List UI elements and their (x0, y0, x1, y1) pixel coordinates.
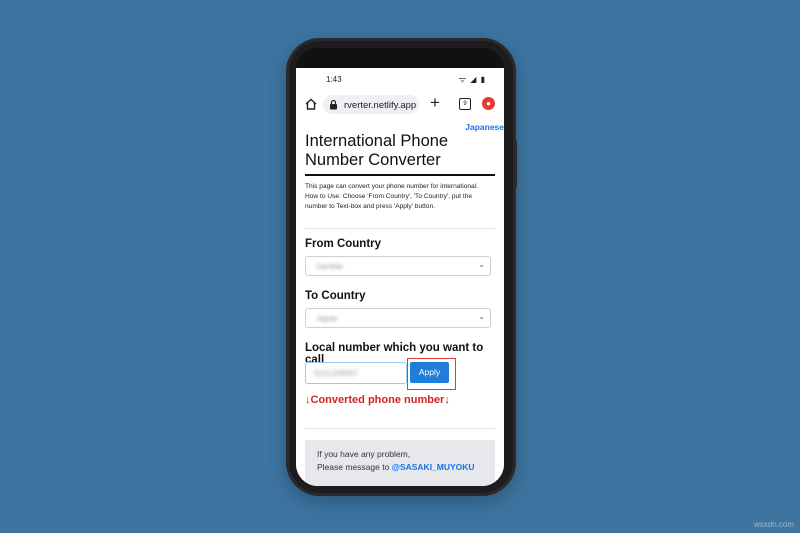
footer-prefix: Please message to (317, 462, 392, 472)
browser-toolbar: rverter.netlify.app + 9 ● (296, 90, 504, 118)
twitter-link[interactable]: @SASAKI_MUYOKU (392, 462, 475, 472)
converted-number-label: ↓Converted phone number↓ (305, 394, 450, 406)
home-icon[interactable] (304, 97, 318, 111)
japanese-link[interactable]: Japanese (465, 122, 504, 132)
tab-switcher-icon[interactable]: 9 (459, 98, 471, 110)
phone-screen: 1:43 ᯤ ◢ ▮ rverter.netlify.app + 9 ● Jap… (296, 68, 504, 486)
lock-icon (330, 99, 337, 110)
status-bar: 1:43 ᯤ ◢ ▮ (296, 68, 504, 90)
page-description: This page can convert your phone number … (305, 183, 479, 210)
to-country-select[interactable]: Japan ⌄ (305, 308, 491, 328)
to-country-value: Japan (316, 314, 338, 323)
chevron-down-icon: ⌄ (478, 260, 485, 269)
browser-menu-icon[interactable]: ● (482, 97, 495, 110)
local-number-value: 0211234567 (314, 369, 358, 378)
from-country-label: From Country (305, 238, 382, 250)
from-country-value: Zambia (316, 262, 343, 271)
status-time: 1:43 (326, 75, 342, 84)
divider (305, 428, 495, 429)
phone-side-button (514, 140, 517, 188)
from-country-select[interactable]: Zambia ⌄ (305, 256, 491, 276)
url-text: rverter.netlify.app (344, 100, 417, 111)
footer-line-2: Please message to @SASAKI_MUYOKU (317, 462, 475, 472)
local-number-input[interactable]: 0211234567 (305, 362, 407, 384)
to-country-label: To Country (305, 290, 366, 302)
phone-top-bezel (296, 48, 504, 70)
footer-line-1: If you have any problem, (317, 449, 411, 459)
apply-button[interactable]: Apply (410, 362, 449, 383)
watermark: wsxdn.com (753, 520, 794, 529)
chevron-down-icon: ⌄ (478, 312, 485, 321)
divider (305, 228, 495, 229)
address-bar[interactable]: rverter.netlify.app (323, 95, 419, 114)
footer-contact: If you have any problem, Please message … (305, 440, 495, 486)
page-title: International Phone Number Converter (305, 132, 495, 176)
status-icons: ᯤ ◢ ▮ (458, 75, 486, 84)
web-page: Japanese International Phone Number Conv… (296, 118, 504, 486)
new-tab-icon[interactable]: + (430, 93, 440, 113)
